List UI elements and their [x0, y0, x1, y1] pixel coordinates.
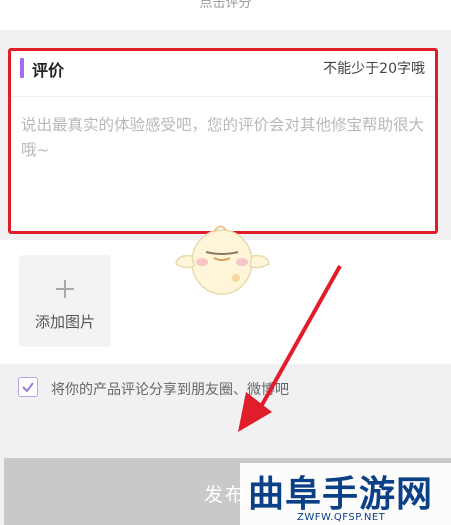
- site-watermark: 曲阜手游网 ZWFW.QFSP.NET: [240, 463, 451, 525]
- review-textarea[interactable]: [21, 113, 435, 223]
- add-photo-button[interactable]: 添加图片: [19, 255, 111, 347]
- section-accent-bar: [20, 58, 24, 78]
- review-page: 点击评分 评价 不能少于20字哦 添加图片 将你的产品评论分享到朋友圈、微博吧: [0, 0, 451, 525]
- annotation-arrow-icon: [238, 265, 342, 432]
- add-photo-label: 添加图片: [34, 313, 95, 331]
- rating-hint[interactable]: 点击评分: [0, 0, 451, 11]
- watermark-url: ZWFW.QFSP.NET: [297, 512, 386, 523]
- review-title: 评价: [32, 61, 65, 80]
- min-length-hint: 不能少于20字哦: [323, 61, 425, 77]
- rating-section: 点击评分: [0, 0, 451, 30]
- check-icon: [22, 382, 34, 393]
- review-card: 评价 不能少于20字哦: [8, 48, 438, 234]
- divider: [11, 96, 435, 97]
- plus-icon: [56, 280, 74, 298]
- share-checkbox[interactable]: [18, 377, 38, 397]
- watermark-logo: 曲阜手游网: [248, 473, 434, 515]
